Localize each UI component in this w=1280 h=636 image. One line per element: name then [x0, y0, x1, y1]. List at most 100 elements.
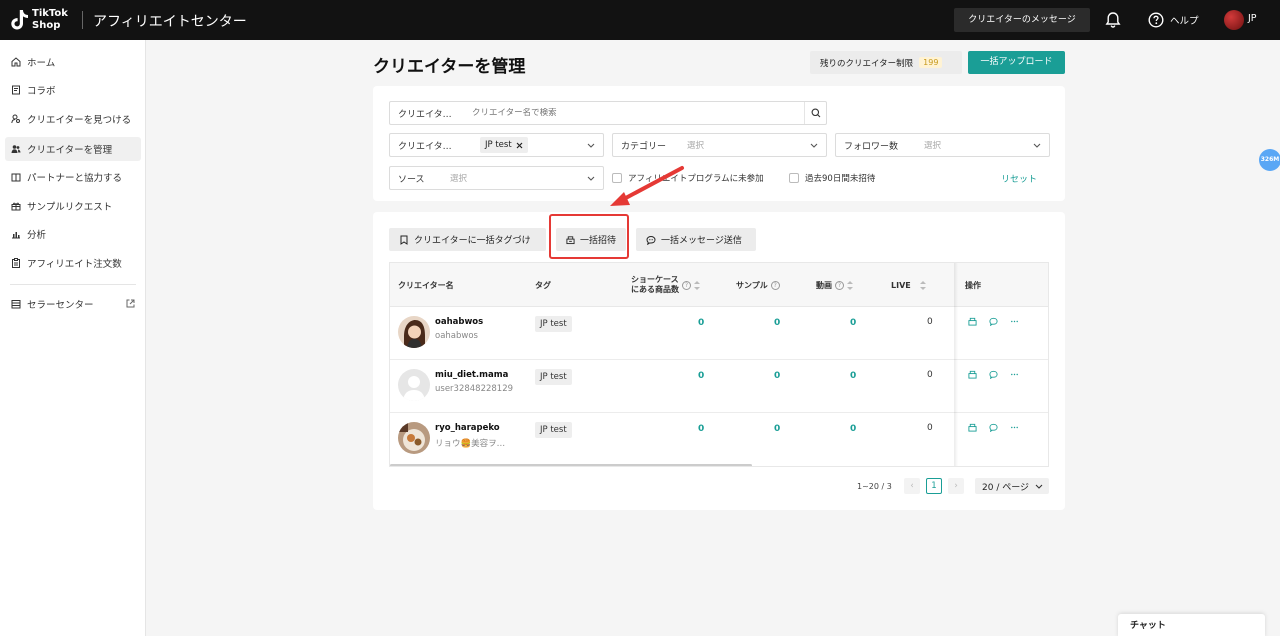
chat-bubble-icon[interactable] [989, 423, 998, 432]
tiktok-logo-icon [11, 10, 28, 30]
live-count: 0 [927, 370, 933, 380]
showcase-count: 0 [698, 424, 705, 434]
sidebar-item-analytics[interactable]: 分析 [5, 222, 141, 246]
table-row[interactable]: ryo_harapeko リョウ🍔美容ヲ… JP test 0 0 0 0 [390, 413, 1048, 466]
creator-limit-badge: 199 [919, 57, 943, 68]
row-actions [968, 317, 1019, 326]
info-icon[interactable]: ? [770, 280, 780, 290]
chevron-down-icon [587, 176, 595, 181]
prev-page-button[interactable]: ‹ [904, 478, 920, 494]
row-actions [968, 423, 1019, 432]
more-options-icon[interactable] [1010, 370, 1019, 379]
info-icon[interactable]: ? [682, 280, 691, 290]
close-icon[interactable] [516, 142, 523, 149]
sidebar-item-partners[interactable]: パートナーと協力する [5, 165, 141, 189]
help-button[interactable]: ヘルプ [1148, 11, 1199, 29]
bulk-upload-button[interactable]: 一括アップロード [968, 51, 1065, 74]
creator-search-field[interactable]: クリエイタ… [389, 101, 827, 125]
col-header-live[interactable]: LIVE [891, 263, 926, 307]
checkbox-box[interactable] [789, 173, 799, 183]
top-bar: TikTok Shop アフィリエイトセンター クリエイターのメッセージ ヘルプ… [0, 0, 1280, 40]
creator-name[interactable]: oahabwos [435, 317, 483, 327]
page-size-label: 20 / ページ [982, 482, 1030, 493]
reset-link[interactable]: リセット [1001, 172, 1037, 185]
sort-icon[interactable] [919, 280, 926, 290]
invite-icon[interactable] [968, 370, 977, 379]
category-select[interactable]: カテゴリー 選択 [612, 133, 827, 157]
more-options-icon[interactable] [1010, 317, 1019, 326]
more-options-icon[interactable] [1010, 423, 1019, 432]
bell-icon[interactable] [1104, 11, 1122, 29]
avatar[interactable] [398, 422, 430, 454]
chevron-down-icon [810, 143, 818, 148]
creator-name[interactable]: ryo_harapeko [435, 423, 500, 433]
col-header-sample[interactable]: サンプル ? [736, 263, 780, 307]
not-invited-checkbox[interactable]: 過去90日間未招待 [789, 172, 875, 184]
table-row[interactable]: miu_diet.mama user32848228129 JP test 0 … [390, 360, 1048, 413]
sidebar-item-affiliate-orders[interactable]: アフィリエイト注文数 [5, 251, 141, 275]
sidebar-item-label: セラーセンター [27, 300, 94, 311]
sidebar-item-collab[interactable]: コラボ [5, 78, 141, 102]
chat-bubble-icon [646, 235, 656, 245]
sidebar-item-seller-center[interactable]: セラーセンター [5, 292, 141, 316]
sidebar-divider [10, 284, 136, 285]
creator-handle: oahabwos [435, 331, 478, 341]
invite-icon[interactable] [968, 423, 977, 432]
gift-icon [11, 202, 21, 211]
tag-pill: JP test [535, 369, 572, 385]
external-link-icon [126, 299, 135, 308]
creator-tag-select[interactable]: クリエイタ… JP test [389, 133, 604, 157]
logo-text-shop: Shop [32, 20, 61, 31]
help-icon [1148, 12, 1164, 28]
tiktok-shop-logo[interactable]: TikTok Shop [10, 7, 76, 33]
video-count: 0 [850, 318, 857, 328]
bulk-message-label: 一括メッセージ送信 [661, 236, 742, 246]
source-label: ソース [398, 174, 425, 185]
help-label: ヘルプ [1170, 16, 1199, 27]
col-header-video[interactable]: 動画 ? [816, 263, 853, 307]
info-icon[interactable]: ? [835, 280, 844, 290]
creator-limit-button[interactable]: 残りのクリエイター制限 199 [810, 51, 962, 74]
floating-badge[interactable]: 326M [1259, 149, 1280, 171]
creator-search-input[interactable] [472, 108, 792, 118]
sort-icon[interactable] [694, 280, 700, 290]
store-icon [11, 300, 21, 309]
col-header-showcase[interactable]: ショーケース にある商品数 ? [631, 263, 700, 307]
sidebar-item-find-creators[interactable]: クリエイターを見つける [5, 107, 141, 131]
annotation-arrow-icon [610, 166, 684, 206]
bulk-tag-button[interactable]: クリエイターに一括タグづけ [389, 228, 546, 251]
search-icon[interactable] [804, 102, 826, 124]
source-select[interactable]: ソース 選択 [389, 166, 604, 190]
col-header-tag: タグ [535, 280, 551, 290]
followers-select[interactable]: フォロワー数 選択 [835, 133, 1050, 157]
category-label: カテゴリー [621, 141, 667, 152]
sidebar-item-manage-creators[interactable]: クリエイターを管理 [5, 137, 141, 161]
chevron-down-icon [1035, 484, 1043, 489]
page-size-select[interactable]: 20 / ページ [975, 478, 1049, 494]
chat-bubble-icon[interactable] [989, 370, 998, 379]
creator-messages-button[interactable]: クリエイターのメッセージ [954, 8, 1090, 32]
horizontal-scrollbar[interactable] [390, 464, 752, 466]
invite-icon[interactable] [968, 317, 977, 326]
creator-name[interactable]: miu_diet.mama [435, 370, 508, 380]
category-placeholder: 選択 [687, 141, 705, 151]
not-invited-label: 過去90日間未招待 [805, 174, 876, 184]
selected-tag-chip: JP test [480, 137, 528, 153]
sidebar-item-label: クリエイターを管理 [27, 145, 113, 156]
bulk-message-button[interactable]: 一括メッセージ送信 [636, 228, 756, 251]
chat-bubble-icon[interactable] [989, 317, 998, 326]
next-page-button[interactable]: › [948, 478, 964, 494]
sort-icon[interactable] [847, 280, 853, 290]
avatar[interactable] [398, 316, 430, 348]
table-header: クリエイター名 タグ ショーケース にある商品数 ? サンプル ? 動画 ? LI… [390, 263, 1048, 307]
sidebar-item-home[interactable]: ホーム [5, 50, 141, 74]
account-avatar[interactable] [1224, 10, 1244, 30]
sidebar-item-sample-requests[interactable]: サンプルリクエスト [5, 194, 141, 218]
chat-panel-button[interactable]: チャット [1118, 614, 1265, 636]
table-row[interactable]: oahabwos oahabwos JP test 0 0 0 0 [390, 307, 1048, 360]
col-header-name: クリエイター名 [398, 280, 454, 290]
chart-icon [12, 232, 20, 239]
current-page[interactable]: 1 [926, 478, 942, 494]
avatar[interactable] [398, 369, 430, 401]
language-label[interactable]: JP [1248, 13, 1257, 24]
